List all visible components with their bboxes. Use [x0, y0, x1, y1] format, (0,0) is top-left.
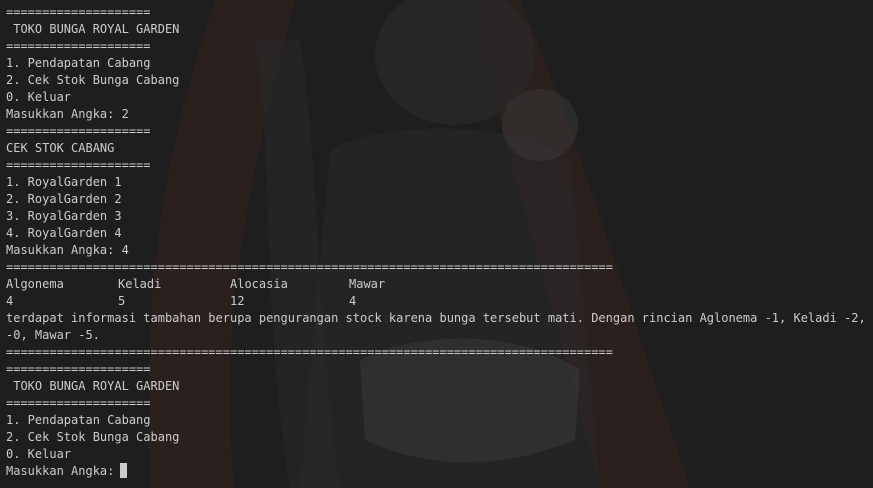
- menu-option: 0. Keluar: [6, 90, 72, 104]
- section-title: CEK STOK CABANG: [6, 141, 115, 155]
- menu-option: 1. Pendapatan Cabang: [6, 413, 151, 427]
- terminal-output: ==================== TOKO BUNGA ROYAL GA…: [0, 0, 873, 488]
- text-cursor[interactable]: [120, 463, 128, 478]
- separator: ====================: [6, 5, 151, 19]
- separator: ====================: [6, 396, 151, 410]
- active-input-line[interactable]: Masukkan Angka:: [6, 463, 873, 480]
- store-title: TOKO BUNGA ROYAL GARDEN: [6, 379, 180, 393]
- info-text: terdapat informasi tambahan berupa pengu…: [6, 311, 873, 325]
- separator: ========================================…: [6, 345, 613, 359]
- stock-value: 5: [118, 294, 126, 308]
- stock-value-row: 4 5 12 4: [6, 293, 873, 310]
- separator: ====================: [6, 158, 151, 172]
- stock-value: 12: [230, 294, 245, 308]
- stock-header-row: Algonema Keladi Alocasia Mawar: [6, 276, 873, 293]
- branch-option: 2. RoyalGarden 2: [6, 192, 122, 206]
- separator: ========================================…: [6, 260, 613, 274]
- stock-header: Keladi: [118, 277, 162, 291]
- stock-header: Algonema: [6, 277, 64, 291]
- stock-value: 4: [349, 294, 357, 308]
- stock-header: Alocasia: [230, 277, 288, 291]
- branch-option: 1. RoyalGarden 1: [6, 175, 122, 189]
- separator: ====================: [6, 124, 151, 138]
- input-prompt: Masukkan Angka: 4: [6, 243, 129, 257]
- stock-value: 4: [6, 294, 14, 308]
- menu-option: 2. Cek Stok Bunga Cabang: [6, 73, 180, 87]
- info-text: -0, Mawar -5.: [6, 328, 100, 342]
- separator: ====================: [6, 362, 151, 376]
- stock-header: Mawar: [349, 277, 386, 291]
- menu-option: 2. Cek Stok Bunga Cabang: [6, 430, 180, 444]
- menu-option: 0. Keluar: [6, 447, 72, 461]
- input-prompt: Masukkan Angka: 2: [6, 107, 129, 121]
- store-title: TOKO BUNGA ROYAL GARDEN: [6, 22, 180, 36]
- menu-option: 1. Pendapatan Cabang: [6, 56, 151, 70]
- separator: ====================: [6, 39, 151, 53]
- input-prompt: Masukkan Angka:: [6, 464, 115, 478]
- branch-option: 4. RoyalGarden 4: [6, 226, 122, 240]
- branch-option: 3. RoyalGarden 3: [6, 209, 122, 223]
